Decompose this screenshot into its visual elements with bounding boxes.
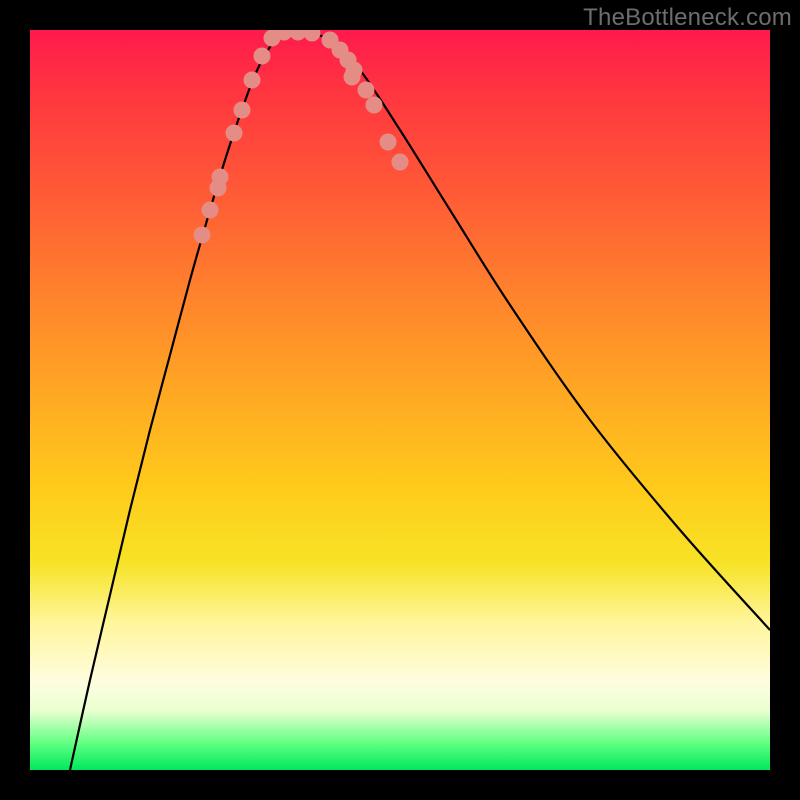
curve-path xyxy=(70,30,770,770)
data-point xyxy=(304,30,321,42)
data-point xyxy=(332,42,349,59)
data-point xyxy=(210,180,227,197)
data-point xyxy=(234,102,251,119)
bottleneck-curve xyxy=(70,30,770,770)
data-point xyxy=(366,97,383,114)
data-point xyxy=(340,52,357,69)
data-point xyxy=(226,125,243,142)
data-point xyxy=(276,30,293,41)
bottom-dot-cluster xyxy=(254,30,321,65)
data-point xyxy=(346,62,363,79)
data-point xyxy=(194,227,211,244)
data-point xyxy=(254,48,271,65)
data-point xyxy=(358,82,375,99)
chart-frame: TheBottleneck.com xyxy=(0,0,800,800)
chart-svg xyxy=(30,30,770,770)
data-point xyxy=(264,30,281,47)
data-point xyxy=(202,202,219,219)
data-point xyxy=(290,30,307,41)
data-point xyxy=(322,32,339,49)
data-point xyxy=(380,134,397,151)
data-point xyxy=(392,154,409,171)
data-point xyxy=(344,69,361,86)
plot-area xyxy=(30,30,770,770)
watermark-text: TheBottleneck.com xyxy=(583,4,792,32)
data-point xyxy=(212,169,229,186)
left-dot-cluster xyxy=(194,72,261,244)
right-dot-cluster xyxy=(322,32,409,171)
data-point xyxy=(244,72,261,89)
